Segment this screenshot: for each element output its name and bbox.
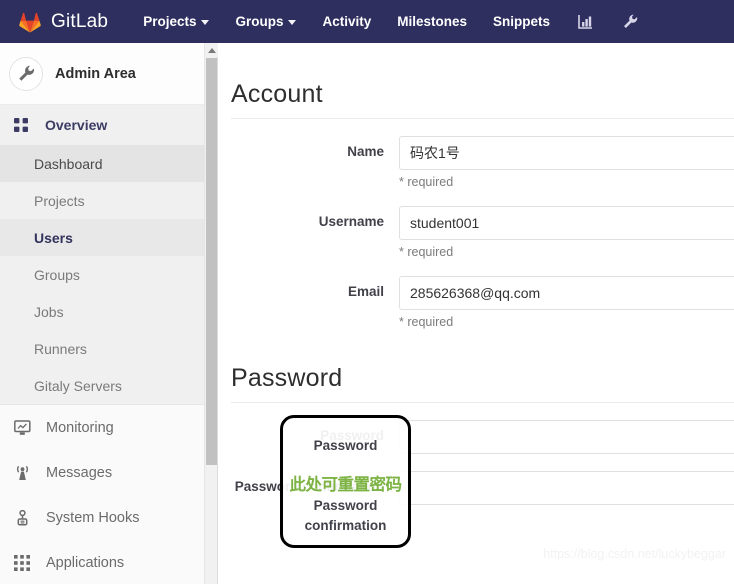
email-input[interactable] xyxy=(399,276,734,310)
sidebar-item-groups[interactable]: Groups xyxy=(0,256,204,293)
analytics-chart-icon[interactable] xyxy=(563,13,608,30)
nav-item-snippets-label: Snippets xyxy=(493,14,551,29)
sidebar-item-overview-label: Overview xyxy=(45,117,108,133)
sidebar-item-messages[interactable]: Messages xyxy=(0,450,204,495)
annotation-note-text: 此处可重置密码 xyxy=(289,475,403,494)
sidebar-item-runners-label: Runners xyxy=(34,340,87,357)
broadcast-antenna-icon xyxy=(14,465,36,481)
password-heading-rule xyxy=(231,402,734,403)
sidebar-item-gitaly-servers[interactable]: Gitaly Servers xyxy=(0,367,204,404)
grid-dots-icon xyxy=(14,118,34,132)
username-input[interactable] xyxy=(399,206,734,240)
sidebar-main-section: Monitoring Messages System Hooks Applica… xyxy=(0,405,204,584)
monitor-icon xyxy=(14,419,36,436)
sidebar-header[interactable]: Admin Area xyxy=(0,43,204,105)
password-confirmation-input[interactable] xyxy=(399,471,734,505)
sidebar-scrollbar[interactable] xyxy=(205,43,218,584)
name-input[interactable] xyxy=(399,136,734,170)
nav-item-groups[interactable]: Groups xyxy=(222,0,309,43)
gitlab-fox-logo-icon xyxy=(18,10,42,33)
sidebar-item-messages-label: Messages xyxy=(46,464,113,481)
user-edit-form: Account Name * required Username * requi… xyxy=(219,43,734,584)
account-heading-rule xyxy=(231,118,734,119)
sidebar-item-system-hooks-label: System Hooks xyxy=(46,509,140,526)
password-field-row: Password xyxy=(231,420,734,454)
username-required-hint: * required xyxy=(399,245,454,259)
scroll-up-arrow-icon[interactable] xyxy=(205,43,218,57)
gitlab-brand[interactable]: GitLab xyxy=(18,10,108,33)
scrollbar-thumb[interactable] xyxy=(206,58,217,465)
nav-item-milestones-label: Milestones xyxy=(397,14,468,29)
sidebar-item-applications[interactable]: Applications xyxy=(0,540,204,584)
nav-item-activity-label: Activity xyxy=(322,14,372,29)
sidebar-item-dashboard-label: Dashboard xyxy=(34,155,103,172)
sidebar-title: Admin Area xyxy=(55,65,136,82)
apps-grid-icon xyxy=(14,554,36,571)
nav-item-groups-label: Groups xyxy=(235,14,284,29)
wrench-admin-icon[interactable] xyxy=(608,13,653,30)
name-required-hint: * required xyxy=(399,175,454,189)
email-field-row: Email * required xyxy=(231,276,734,329)
sidebar-item-system-hooks[interactable]: System Hooks xyxy=(0,495,204,540)
sidebar-item-applications-label: Applications xyxy=(46,554,125,571)
name-field-label: Name xyxy=(347,144,384,159)
email-required-hint: * required xyxy=(399,315,454,329)
chevron-down-icon xyxy=(201,20,210,25)
password-field-label: Password xyxy=(320,428,384,443)
sidebar-item-projects-label: Projects xyxy=(34,192,85,209)
sidebar-item-monitoring-label: Monitoring xyxy=(46,419,114,436)
account-section: Account Name * required Username * requi… xyxy=(219,80,734,329)
gitlab-admin-user-edit-page: GitLab Projects Groups Activity Mileston… xyxy=(0,0,734,584)
name-field-row: Name * required xyxy=(231,136,734,189)
nav-item-projects-label: Projects xyxy=(143,14,197,29)
gitlab-brand-text: GitLab xyxy=(51,10,109,32)
wrench-icon xyxy=(9,56,43,91)
navbar-menu: Projects Groups Activity Milestones Snip… xyxy=(130,0,653,43)
sidebar-item-overview[interactable]: Overview xyxy=(0,105,204,145)
password-input[interactable] xyxy=(399,420,734,454)
nav-item-activity[interactable]: Activity xyxy=(309,0,384,43)
sidebar-overview-section: Overview Dashboard Projects Users Groups… xyxy=(0,105,204,404)
sidebar-item-projects[interactable]: Projects xyxy=(0,182,204,219)
password-heading: Password xyxy=(231,364,343,392)
nav-item-snippets[interactable]: Snippets xyxy=(480,0,563,43)
chevron-down-icon xyxy=(288,20,297,25)
username-field-label: Username xyxy=(318,214,384,229)
nav-item-projects[interactable]: Projects xyxy=(130,0,222,43)
account-heading: Account xyxy=(231,80,323,108)
sidebar-item-monitoring[interactable]: Monitoring xyxy=(0,405,204,450)
sidebar-item-groups-label: Groups xyxy=(34,266,80,283)
sidebar-item-jobs-label: Jobs xyxy=(34,303,64,320)
username-field-row: Username * required xyxy=(231,206,734,259)
nav-item-milestones[interactable]: Milestones xyxy=(384,0,480,43)
sidebar-item-gitaly-servers-label: Gitaly Servers xyxy=(34,377,122,394)
sidebar-item-jobs[interactable]: Jobs xyxy=(0,293,204,330)
hook-icon xyxy=(14,509,36,526)
top-navbar: GitLab Projects Groups Activity Mileston… xyxy=(0,0,734,43)
sidebar-item-users-label: Users xyxy=(34,229,73,246)
sidebar-item-users[interactable]: Users xyxy=(0,219,204,256)
admin-sidebar: Admin Area Overview Dashboard Projects U… xyxy=(0,43,205,584)
email-field-label: Email xyxy=(347,284,384,299)
sidebar-item-runners[interactable]: Runners xyxy=(0,330,204,367)
sidebar-item-dashboard[interactable]: Dashboard xyxy=(0,145,204,182)
